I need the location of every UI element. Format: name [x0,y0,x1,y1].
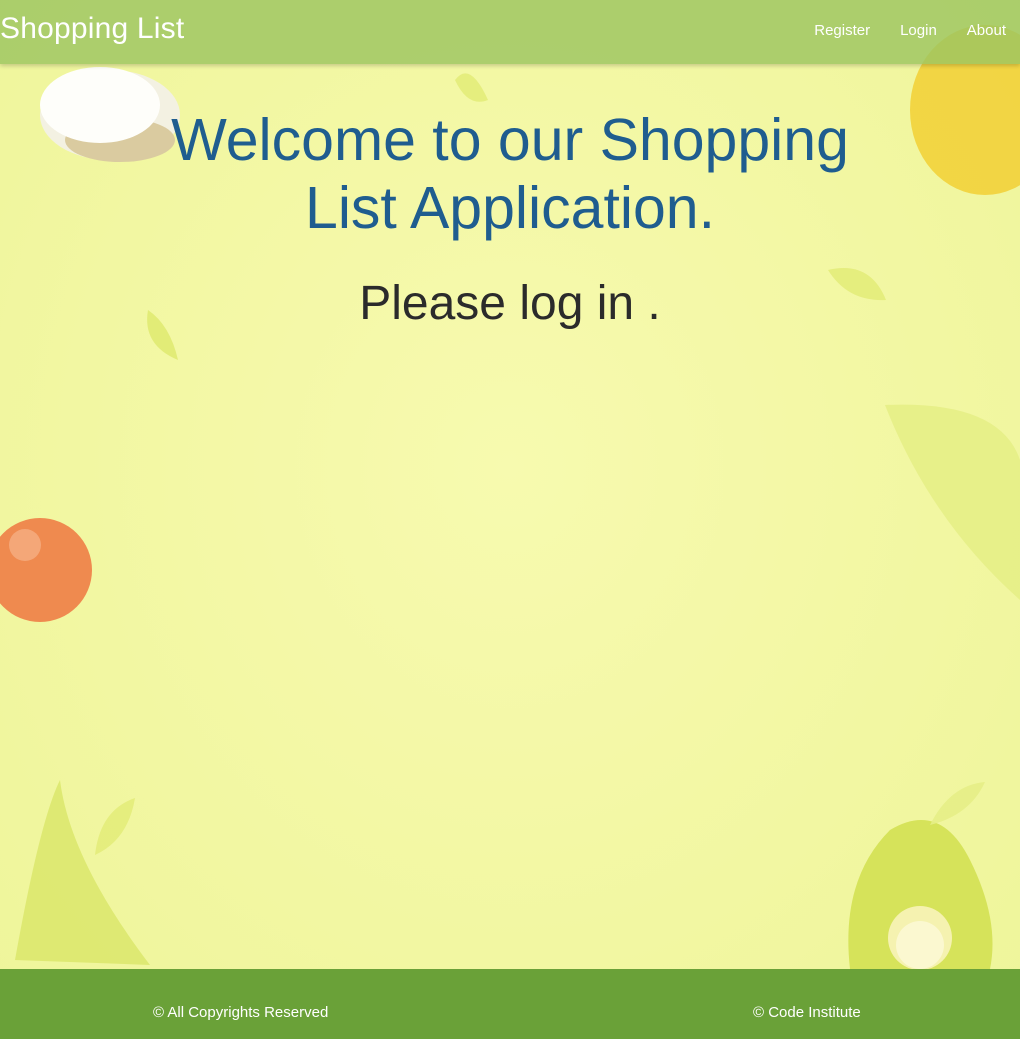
login-prompt: Please log in . [359,277,661,330]
brand-link[interactable]: Shopping List [0,12,184,46]
avocado-icon [848,820,993,970]
nav-login-link[interactable]: Login [900,22,937,39]
nav-links: Register Login About [784,22,1006,39]
footer: © All Copyrights Reserved © Code Institu… [0,969,1020,1039]
nav-register-link[interactable]: Register [814,22,870,39]
welcome-section: Welcome to our Shopping List Application… [0,106,1020,332]
nav-about-link[interactable]: About [967,22,1006,39]
leaf-icon [95,798,135,855]
leaf-icon [455,73,488,102]
page: Shopping List Register Login About Welco… [0,0,1020,1039]
credit-text: © Code Institute [753,1004,861,1021]
tomato-icon [0,518,92,622]
welcome-heading: Welcome to our Shopping List Application… [171,107,849,241]
leaf-icon [930,782,985,825]
top-navbar: Shopping List Register Login About [0,0,1020,64]
leaf-icon [15,780,150,965]
leaf-icon [885,404,1020,600]
copyright-text: © All Copyrights Reserved [153,1004,329,1021]
